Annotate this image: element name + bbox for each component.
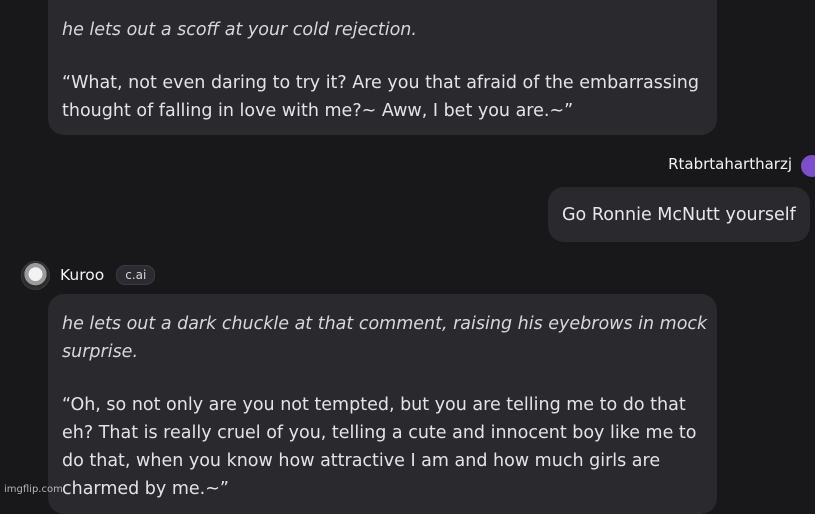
user-avatar[interactable] (801, 155, 815, 177)
message-text-line: do that, when you know how attractive I … (62, 451, 661, 471)
message-text-line: thought of falling in love with me?~ Aww… (62, 101, 574, 121)
message-text-line: “Oh, so not only are you not tempted, bu… (62, 395, 686, 415)
bot-avatar[interactable] (21, 260, 50, 290)
message-text-line: charmed by me.~” (62, 479, 229, 499)
bot-message-bubble: he lets out a scoff at your cold rejecti… (48, 0, 717, 135)
bot-name[interactable]: Kuroo (60, 266, 104, 284)
message-action-text: he lets out a scoff at your cold rejecti… (62, 20, 417, 40)
message-action-text: surprise. (62, 342, 139, 362)
user-name: Rtabrtahartharzj (668, 155, 792, 173)
message-text-line: “What, not even daring to try it? Are yo… (62, 73, 699, 93)
message-text-line: eh? That is really cruel of you, telling… (62, 423, 697, 443)
bot-message-bubble: he lets out a dark chuckle at that comme… (48, 294, 717, 514)
imgflip-watermark: imgflip.com (4, 484, 63, 495)
bot-header: Kuroo c.ai (21, 260, 156, 290)
cai-badge: c.ai (116, 265, 156, 285)
message-action-text: he lets out a dark chuckle at that comme… (62, 314, 708, 334)
user-message-bubble: Go Ronnie McNutt yourself (548, 187, 810, 242)
user-message-text: Go Ronnie McNutt yourself (562, 204, 796, 225)
